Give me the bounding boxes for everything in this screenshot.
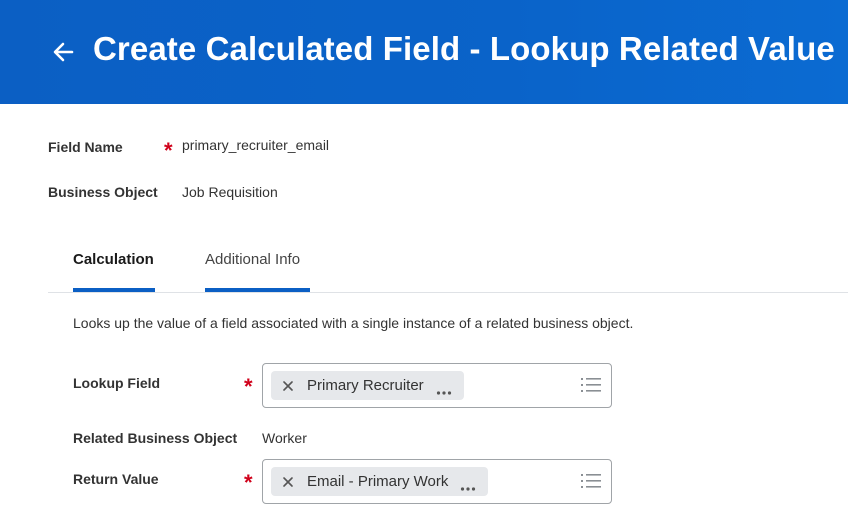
lookup-field-prompt[interactable]: Primary Recruiter bbox=[262, 363, 612, 408]
return-value-prompt[interactable]: Email - Primary Work bbox=[262, 459, 612, 504]
required-marker: * bbox=[244, 374, 253, 399]
return-value-selected-value: Email - Primary Work bbox=[307, 473, 449, 490]
tab-calculation[interactable]: Calculation bbox=[73, 251, 154, 268]
page-header: Create Calculated Field - Lookup Related… bbox=[0, 0, 848, 104]
close-icon[interactable] bbox=[281, 475, 295, 489]
return-value-label: Return Value bbox=[73, 471, 159, 487]
page-title: Create Calculated Field - Lookup Related… bbox=[93, 30, 835, 67]
calculation-description: Looks up the value of a field associated… bbox=[73, 315, 634, 331]
lookup-field-label: Lookup Field bbox=[73, 375, 161, 391]
related-actions-icon[interactable] bbox=[460, 479, 476, 491]
required-marker: * bbox=[244, 470, 253, 495]
tab-additional-info[interactable]: Additional Info bbox=[205, 251, 300, 268]
business-object-value: Job Requisition bbox=[182, 184, 278, 200]
related-business-object-value: Worker bbox=[262, 430, 307, 446]
tab-divider bbox=[48, 292, 848, 293]
field-name-value: primary_recruiter_email bbox=[182, 137, 330, 153]
business-object-label: Business Object bbox=[48, 184, 158, 200]
return-value-selected-pill[interactable]: Email - Primary Work bbox=[271, 467, 489, 496]
list-icon[interactable] bbox=[581, 376, 601, 394]
arrow-left-icon[interactable] bbox=[50, 38, 78, 66]
required-marker: * bbox=[164, 138, 173, 163]
related-actions-icon[interactable] bbox=[436, 383, 452, 395]
lookup-field-selected-pill[interactable]: Primary Recruiter bbox=[271, 371, 464, 400]
close-icon[interactable] bbox=[281, 379, 295, 393]
list-icon[interactable] bbox=[581, 472, 601, 490]
related-business-object-label: Related Business Object bbox=[73, 430, 238, 446]
field-name-label: Field Name bbox=[48, 139, 123, 155]
lookup-field-selected-value: Primary Recruiter bbox=[307, 377, 424, 394]
